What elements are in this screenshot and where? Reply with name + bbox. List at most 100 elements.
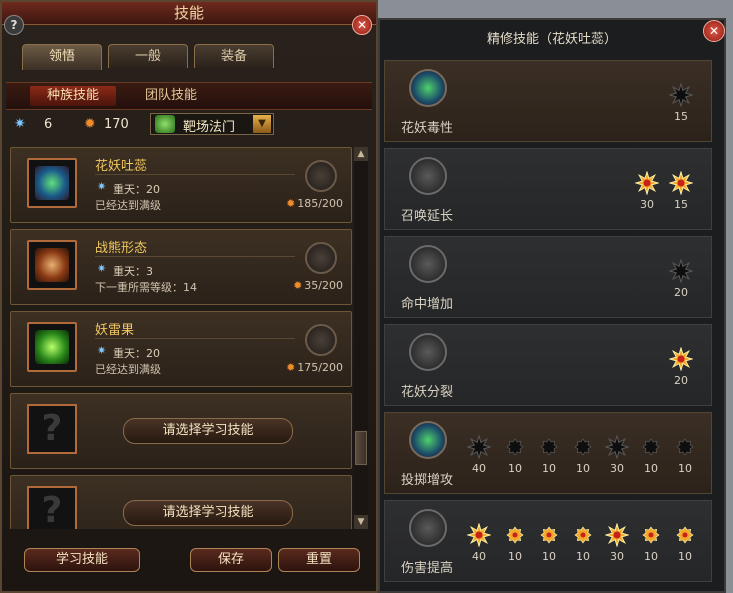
refine-star[interactable]: 10 bbox=[670, 523, 700, 563]
divider bbox=[95, 256, 295, 257]
subtab-team-skills[interactable]: 团队技能 bbox=[126, 86, 216, 106]
refine-skill-name: 投掷增攻 bbox=[400, 473, 453, 488]
refine-star[interactable]: 15 bbox=[666, 171, 696, 211]
unlit-star-icon bbox=[669, 259, 693, 283]
skill-cost: ✹ 175/200 bbox=[286, 361, 343, 374]
locked-skill-icon bbox=[409, 157, 447, 195]
skill-cost-value: 35/200 bbox=[304, 279, 343, 292]
skill-rank: 重天：20 bbox=[113, 183, 160, 196]
refine-star[interactable]: 30 bbox=[602, 435, 632, 475]
school-dropdown[interactable]: 靶场法门 ▼ bbox=[150, 113, 274, 135]
refine-row[interactable]: 投掷增攻 40 10 10 10 30 10 10 bbox=[384, 412, 712, 494]
refine-row[interactable]: 花妖毒性 15 bbox=[384, 60, 712, 142]
learn-skill-button[interactable]: 学习技能 bbox=[24, 548, 140, 572]
skill-cost: ✹ 185/200 bbox=[286, 197, 343, 210]
empty-skill-slot: ? 请选择学习技能 bbox=[10, 393, 352, 469]
star-cost-label: 10 bbox=[644, 462, 658, 475]
blue-star-icon: ✷ bbox=[97, 180, 107, 193]
scroll-down-icon[interactable]: ▼ bbox=[354, 515, 368, 529]
leaf-icon bbox=[155, 115, 175, 133]
refine-star[interactable]: 10 bbox=[534, 435, 564, 475]
skill-dial[interactable] bbox=[305, 324, 337, 356]
refine-star[interactable]: 10 bbox=[636, 523, 666, 563]
star-cost-label: 20 bbox=[674, 374, 688, 387]
skill-card[interactable]: 战熊形态 ✷ 重天：3 下一重所需等级：14 ✹ 35/200 bbox=[10, 229, 352, 305]
skill-name: 花妖吐蕊 bbox=[95, 159, 148, 174]
blue-star-icon: ✷ bbox=[97, 262, 107, 275]
fire-star-icon: ✹ bbox=[286, 361, 296, 374]
lit-star-icon bbox=[676, 526, 694, 544]
skill-rank: 重天：20 bbox=[113, 347, 160, 360]
flower-skill-icon bbox=[409, 69, 447, 107]
refine-star[interactable]: 10 bbox=[500, 435, 530, 475]
chevron-down-icon[interactable]: ▼ bbox=[253, 115, 271, 133]
refine-star[interactable]: 15 bbox=[666, 83, 696, 123]
help-icon[interactable]: ? bbox=[4, 15, 24, 35]
refine-row[interactable]: 召唤延长 30 15 bbox=[384, 148, 712, 230]
skill-card[interactable]: 花妖吐蕊 ✷ 重天：20 已经达到满级 ✹ 185/200 bbox=[10, 147, 352, 223]
refine-star[interactable]: 40 bbox=[464, 523, 494, 563]
scroll-up-icon[interactable]: ▲ bbox=[354, 147, 368, 161]
refine-row[interactable]: 命中增加 20 bbox=[384, 236, 712, 318]
refine-star[interactable]: 10 bbox=[568, 523, 598, 563]
locked-skill-icon bbox=[409, 509, 447, 547]
refine-star[interactable]: 10 bbox=[500, 523, 530, 563]
unlit-star-icon bbox=[669, 83, 693, 107]
skill-name: 战熊形态 bbox=[95, 241, 148, 256]
refine-row[interactable]: 花妖分裂 20 bbox=[384, 324, 712, 406]
skill-name: 妖雷果 bbox=[95, 323, 135, 338]
subtab-race-skills[interactable]: 种族技能 bbox=[30, 86, 116, 106]
resource-row: ✷ 6 ✹ 170 靶场法门 ▼ bbox=[10, 112, 372, 138]
tab-general[interactable]: 一般 bbox=[108, 44, 188, 68]
star-cost-label: 30 bbox=[610, 550, 624, 563]
skill-cost: ✹ 35/200 bbox=[293, 279, 343, 292]
close-icon[interactable]: ✕ bbox=[703, 20, 725, 42]
blue-point-count: 6 bbox=[44, 117, 53, 132]
skill-status: 下一重所需等级：14 bbox=[95, 281, 197, 294]
scrollbar[interactable]: ▲ ▼ bbox=[354, 147, 368, 529]
refine-star[interactable]: 20 bbox=[666, 259, 696, 299]
star-cost-label: 10 bbox=[644, 550, 658, 563]
refine-star[interactable]: 20 bbox=[666, 347, 696, 387]
skill-dial[interactable] bbox=[305, 160, 337, 192]
tab-comprehend[interactable]: 领悟 bbox=[22, 44, 102, 70]
refine-star[interactable]: 10 bbox=[636, 435, 666, 475]
lit-star-icon bbox=[669, 347, 693, 371]
star-cost-label: 40 bbox=[472, 550, 486, 563]
save-button[interactable]: 保存 bbox=[190, 548, 272, 572]
scroll-thumb[interactable] bbox=[355, 431, 367, 465]
refine-star[interactable]: 10 bbox=[568, 435, 598, 475]
refine-skill-name: 花妖毒性 bbox=[400, 121, 453, 136]
tab-equipment[interactable]: 装备 bbox=[194, 44, 274, 68]
skill-icon-bear bbox=[27, 240, 77, 290]
lit-star-icon bbox=[506, 526, 524, 544]
refine-star[interactable]: 40 bbox=[464, 435, 494, 475]
refine-star[interactable]: 30 bbox=[602, 523, 632, 563]
lit-star-icon bbox=[574, 526, 592, 544]
refine-row[interactable]: 伤害提高 40 10 10 10 30 10 10 bbox=[384, 500, 712, 582]
unlit-star-icon bbox=[605, 435, 629, 459]
skill-cost-value: 175/200 bbox=[297, 361, 343, 374]
refine-star[interactable]: 10 bbox=[670, 435, 700, 475]
skill-card[interactable]: 妖雷果 ✷ 重天：20 已经达到满级 ✹ 175/200 bbox=[10, 311, 352, 387]
star-cost-label: 10 bbox=[576, 462, 590, 475]
refine-star[interactable]: 30 bbox=[632, 171, 662, 211]
refine-star[interactable]: 10 bbox=[534, 523, 564, 563]
school-selected-value: 靶场法门 bbox=[183, 120, 236, 135]
choose-skill-button[interactable]: 请选择学习技能 bbox=[123, 500, 293, 526]
fire-star-icon: ✹ bbox=[84, 116, 96, 132]
skill-icon-flower bbox=[27, 158, 77, 208]
blue-star-icon: ✷ bbox=[14, 116, 26, 132]
close-icon[interactable]: ✕ bbox=[352, 15, 372, 35]
star-cost-label: 30 bbox=[610, 462, 624, 475]
unlit-star-icon bbox=[540, 438, 558, 456]
divider bbox=[95, 174, 295, 175]
lit-star-icon bbox=[605, 523, 629, 547]
refine-skill-name: 花妖分裂 bbox=[400, 385, 453, 400]
skill-dial[interactable] bbox=[305, 242, 337, 274]
choose-skill-button[interactable]: 请选择学习技能 bbox=[123, 418, 293, 444]
lit-star-icon bbox=[467, 523, 491, 547]
refine-skill-name: 命中增加 bbox=[400, 297, 453, 312]
reset-button[interactable]: 重置 bbox=[278, 548, 360, 572]
star-cost-label: 10 bbox=[508, 462, 522, 475]
